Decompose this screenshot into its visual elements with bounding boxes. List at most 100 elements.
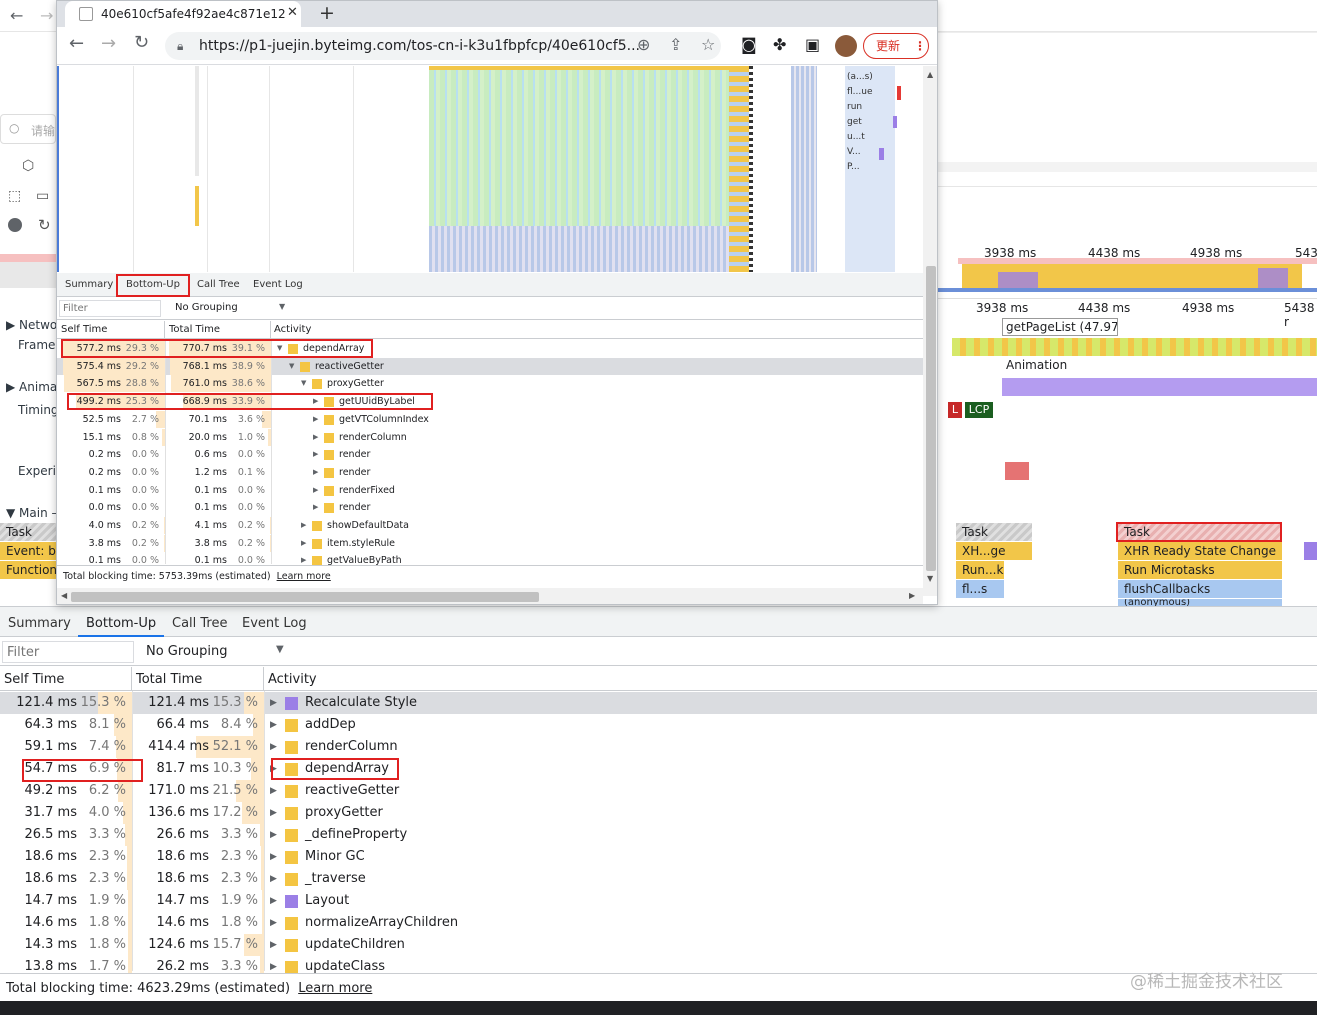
function-block[interactable]: Function: [0, 561, 56, 579]
close-tab-icon[interactable]: ✕: [285, 5, 300, 20]
browser-tab[interactable]: 40e610cf5afe4f92ae4c871e12: [65, 1, 301, 27]
scroll-left-icon[interactable]: ◀: [61, 591, 67, 600]
reload-icon[interactable]: ↻: [134, 32, 149, 53]
horizontal-scrollbar[interactable]: ◀ ▶: [57, 588, 923, 605]
l-badge[interactable]: L: [948, 402, 962, 418]
table-row[interactable]: 14.3 ms1.8 %124.6 ms15.7 %▶updateChildre…: [0, 934, 1317, 956]
vertical-scrollbar[interactable]: ▲ ▼: [923, 66, 938, 596]
new-tab-icon[interactable]: +: [319, 2, 335, 24]
expand-triangle-icon[interactable]: ▶: [270, 890, 277, 912]
task-block[interactable]: Task: [956, 523, 1032, 541]
expand-triangle-icon[interactable]: ▶: [313, 499, 318, 516]
scroll-thumb[interactable]: [926, 266, 936, 571]
tab-summary[interactable]: Summary: [0, 607, 79, 637]
filter-input[interactable]: [59, 300, 161, 317]
collapse-triangle-icon[interactable]: ▼: [289, 358, 294, 375]
record-icon[interactable]: [8, 218, 22, 232]
table-row[interactable]: 18.6 ms2.3 %18.6 ms2.3 %▶Minor GC: [0, 846, 1317, 868]
tab-call-tree[interactable]: Call Tree: [193, 276, 244, 294]
expand-triangle-icon[interactable]: ▶: [270, 912, 277, 934]
inspect-icon[interactable]: ⬚: [8, 188, 21, 204]
table-row[interactable]: 0.2 ms0.0 %0.6 ms0.0 %▶render: [57, 446, 923, 464]
flush-block[interactable]: fl...s: [956, 580, 1004, 598]
table-row[interactable]: 59.1 ms7.4 %414.4 ms52.1 %▶renderColumn: [0, 736, 1317, 758]
task-block[interactable]: Task: [0, 523, 56, 541]
expand-triangle-icon[interactable]: ▶: [270, 934, 277, 956]
animation-bar[interactable]: [1002, 378, 1317, 396]
flame-chart[interactable]: (a...s) fl...ue run get u...t V... P...: [57, 66, 923, 272]
expand-triangle-icon[interactable]: ▶: [270, 780, 277, 802]
timeline-overview[interactable]: 3938 ms 4438 ms 4938 ms 543: [938, 244, 1317, 294]
expand-triangle-icon[interactable]: ▶: [313, 464, 318, 481]
dropdown-arrow-icon[interactable]: ▼: [276, 644, 284, 655]
search-input[interactable]: ○ 请输: [0, 114, 56, 144]
run-microtasks-block[interactable]: Run Microtasks: [1118, 561, 1282, 579]
expand-triangle-icon[interactable]: ▶: [270, 736, 277, 758]
flush-callbacks-block[interactable]: flushCallbacks: [1118, 580, 1282, 598]
table-row[interactable]: 52.5 ms2.7 %70.1 ms3.6 %▶getVTColumnInde…: [57, 411, 923, 429]
forward-arrow-icon[interactable]: →: [40, 6, 53, 25]
scroll-up-icon[interactable]: ▲: [927, 70, 933, 79]
table-row[interactable]: 567.5 ms28.8 %761.0 ms38.6 %▼proxyGetter: [57, 375, 923, 393]
tab-event-log[interactable]: Event Log: [234, 607, 315, 637]
table-row[interactable]: 0.2 ms0.0 %1.2 ms0.1 %▶render: [57, 464, 923, 482]
expand-triangle-icon[interactable]: ▶: [270, 714, 277, 736]
layout-shift-marker[interactable]: [1005, 462, 1029, 480]
expand-triangle-icon[interactable]: ▶: [270, 802, 277, 824]
side-panel-icon[interactable]: ▣: [805, 35, 820, 54]
expand-triangle-icon[interactable]: ▶: [313, 482, 318, 499]
tab-event-log[interactable]: Event Log: [249, 276, 307, 294]
avatar[interactable]: [835, 35, 857, 57]
back-arrow-icon[interactable]: ←: [69, 33, 84, 54]
table-row[interactable]: 3.8 ms0.2 %3.8 ms0.2 %▶item.styleRule: [57, 535, 923, 553]
table-row[interactable]: 18.6 ms2.3 %18.6 ms2.3 %▶_traverse: [0, 868, 1317, 890]
expand-triangle-icon[interactable]: ▶: [270, 692, 277, 714]
device-toolbar-icon[interactable]: ▭: [36, 188, 49, 204]
expand-triangle-icon[interactable]: ▶: [313, 411, 318, 428]
table-row[interactable]: 64.3 ms8.1 %66.4 ms8.4 %▶addDep: [0, 714, 1317, 736]
table-row[interactable]: 0.1 ms0.0 %0.1 ms0.0 %▶renderFixed: [57, 482, 923, 500]
task-block-selected[interactable]: Task: [1116, 522, 1282, 542]
cube-icon[interactable]: ⬡: [22, 158, 34, 174]
expand-triangle-icon[interactable]: ▶: [313, 446, 318, 463]
run-microtasks-block[interactable]: Run...ks: [956, 561, 1004, 579]
expand-triangle-icon[interactable]: ▶: [301, 535, 306, 552]
more-menu-icon[interactable]: ⋮: [914, 34, 926, 58]
anonymous-block[interactable]: (anonymous): [1118, 599, 1282, 606]
event-block[interactable]: Event: be: [0, 542, 56, 560]
expand-triangle-icon[interactable]: ▶: [270, 846, 277, 868]
tab-summary[interactable]: Summary: [61, 276, 117, 294]
table-row[interactable]: 0.0 ms0.0 %0.1 ms0.0 %▶render: [57, 499, 923, 517]
bookmark-star-icon[interactable]: ☆: [701, 35, 715, 54]
expand-triangle-icon[interactable]: ▶: [270, 868, 277, 890]
table-row[interactable]: 26.5 ms3.3 %26.6 ms3.3 %▶_defineProperty: [0, 824, 1317, 846]
update-button[interactable]: 更新 ⋮: [863, 33, 929, 59]
col-activity[interactable]: Activity: [264, 667, 1317, 691]
grouping-select[interactable]: No Grouping: [175, 302, 238, 313]
dropdown-arrow-icon[interactable]: ▼: [279, 302, 285, 311]
extension-icon[interactable]: ◙: [741, 35, 757, 54]
reload-icon[interactable]: ↻: [38, 216, 51, 234]
table-row[interactable]: 54.7 ms6.9 %81.7 ms10.3 %▶dependArray: [0, 758, 1317, 780]
share-icon[interactable]: ⇪: [669, 35, 682, 54]
table-row[interactable]: 575.4 ms29.2 %768.1 ms38.9 %▼reactiveGet…: [57, 358, 923, 376]
tab-call-tree[interactable]: Call Tree: [164, 607, 236, 637]
scroll-thumb[interactable]: [71, 592, 539, 602]
col-self-time[interactable]: Self Time: [0, 667, 132, 691]
learn-more-link[interactable]: Learn more: [277, 571, 331, 582]
back-arrow-icon[interactable]: ←: [10, 6, 23, 25]
col-total-time[interactable]: Total Time: [165, 321, 271, 339]
table-row[interactable]: 49.2 ms6.2 %171.0 ms21.5 %▶reactiveGette…: [0, 780, 1317, 802]
animations-track-label[interactable]: ▶ Animat: [6, 380, 62, 394]
table-row[interactable]: 31.7 ms4.0 %136.6 ms17.2 %▶proxyGetter: [0, 802, 1317, 824]
collapse-triangle-icon[interactable]: ▼: [301, 375, 306, 392]
expand-triangle-icon[interactable]: ▶: [313, 429, 318, 446]
table-row[interactable]: 14.6 ms1.8 %14.6 ms1.8 %▶normalizeArrayC…: [0, 912, 1317, 934]
learn-more-link[interactable]: Learn more: [298, 981, 372, 996]
main-track-label[interactable]: ▼ Main —: [6, 506, 64, 520]
expand-triangle-icon[interactable]: ▶: [270, 824, 277, 846]
col-total-time[interactable]: Total Time: [132, 667, 264, 691]
tab-bottom-up[interactable]: Bottom-Up: [78, 607, 164, 637]
scroll-right-icon[interactable]: ▶: [909, 591, 915, 600]
filter-input[interactable]: [2, 641, 134, 663]
